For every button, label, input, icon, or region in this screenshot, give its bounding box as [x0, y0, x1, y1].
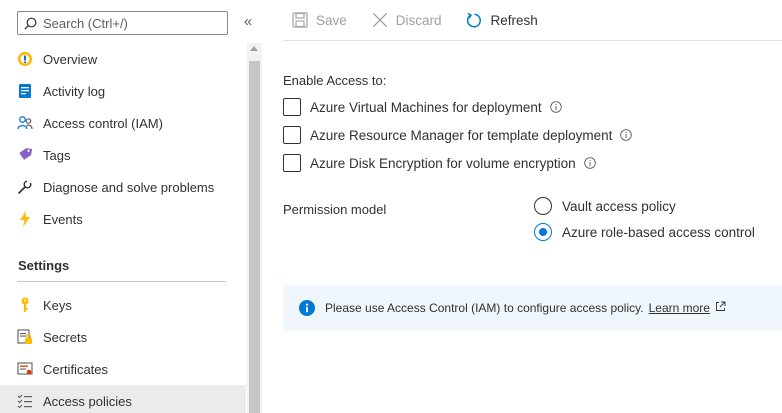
close-icon: [371, 11, 389, 29]
info-icon[interactable]: [620, 129, 633, 141]
learn-more-link[interactable]: Learn more: [649, 301, 710, 315]
certificate-icon: [17, 361, 33, 377]
sidebar-item-activity-log[interactable]: Activity log: [0, 75, 246, 107]
key-icon: [17, 297, 33, 313]
sidebar-nav: Overview Activity log Access control (IA…: [0, 43, 246, 413]
command-bar: Save Discard Refresh: [283, 0, 782, 41]
info-message-bar: Please use Access Control (IAM) to confi…: [283, 285, 782, 331]
radio-azure-rbac[interactable]: [534, 223, 552, 241]
sidebar-item-events[interactable]: Events: [0, 203, 246, 235]
section-divider: [17, 281, 226, 282]
checkbox-label: Azure Resource Manager for template depl…: [310, 127, 613, 143]
sidebar-item-tags[interactable]: Tags: [0, 139, 246, 171]
discard-label: Discard: [395, 12, 442, 28]
sidebar-item-label: Access control (IAM): [43, 115, 163, 131]
sidebar-item-keys[interactable]: Keys: [0, 289, 246, 321]
refresh-label: Refresh: [490, 12, 538, 28]
save-label: Save: [316, 12, 347, 28]
sidebar-item-diagnose[interactable]: Diagnose and solve problems: [0, 171, 246, 203]
list-icon: [17, 393, 33, 409]
sidebar: « Overview Activity log Access control (…: [0, 0, 262, 413]
radio-vault-access-policy[interactable]: [534, 197, 552, 215]
people-icon: [17, 115, 33, 131]
scrollbar-thumb[interactable]: [249, 61, 260, 413]
sidebar-item-label: Overview: [43, 51, 98, 67]
info-icon[interactable]: [583, 157, 596, 169]
info-message-text: Please use Access Control (IAM) to confi…: [325, 301, 644, 315]
section-header-settings: Settings: [18, 258, 70, 273]
checkbox-label: Azure Virtual Machines for deployment: [310, 99, 542, 115]
sidebar-item-label: Keys: [43, 297, 72, 313]
enable-access-label: Enable Access to:: [283, 73, 387, 88]
tag-icon: [17, 147, 33, 163]
search-icon: [24, 16, 38, 30]
sidebar-item-certificates[interactable]: Certificates: [0, 353, 246, 385]
sidebar-item-access-policies[interactable]: Access policies: [0, 385, 246, 413]
sidebar-item-label: Diagnose and solve problems: [43, 179, 215, 195]
info-icon[interactable]: [549, 101, 562, 113]
sidebar-item-label: Events: [43, 211, 83, 227]
option-vault-access-policy[interactable]: Vault access policy: [534, 196, 676, 216]
refresh-button[interactable]: Refresh: [458, 5, 538, 35]
radio-label: Azure role-based access control: [562, 224, 755, 240]
sidebar-item-label: Certificates: [43, 361, 109, 377]
sidebar-item-access-control[interactable]: Access control (IAM): [0, 107, 246, 139]
radio-label: Vault access policy: [562, 198, 676, 214]
sidebar-item-label: Activity log: [43, 83, 106, 99]
search-input[interactable]: [43, 15, 218, 31]
discard-button[interactable]: Discard: [363, 5, 442, 35]
save-button[interactable]: Save: [283, 5, 347, 35]
checkbox-resource-manager[interactable]: [283, 126, 301, 144]
activity-log-icon: [17, 83, 33, 99]
save-icon: [291, 11, 309, 29]
checkbox-disk-encryption[interactable]: [283, 154, 301, 172]
overview-icon: [17, 51, 33, 67]
checkbox-virtual-machines[interactable]: [283, 98, 301, 116]
sidebar-item-label: Access policies: [43, 393, 132, 409]
option-azure-rbac[interactable]: Azure role-based access control: [534, 222, 755, 242]
external-link-icon[interactable]: [715, 301, 726, 312]
option-resource-manager[interactable]: Azure Resource Manager for template depl…: [283, 125, 633, 145]
sidebar-item-secrets[interactable]: Secrets: [0, 321, 246, 353]
info-filled-icon: [299, 300, 316, 317]
sidebar-item-overview[interactable]: Overview: [0, 43, 246, 75]
option-virtual-machines[interactable]: Azure Virtual Machines for deployment: [283, 97, 562, 117]
sidebar-item-label: Tags: [43, 147, 71, 163]
sidebar-item-label: Secrets: [43, 329, 88, 345]
scroll-up-arrow-icon[interactable]: [250, 46, 258, 51]
sidebar-scrollbar[interactable]: [247, 43, 262, 413]
secret-icon: [17, 329, 33, 345]
option-disk-encryption[interactable]: Azure Disk Encryption for volume encrypt…: [283, 153, 596, 173]
search-box[interactable]: [17, 11, 228, 35]
lightning-icon: [17, 211, 33, 227]
collapse-sidebar-button[interactable]: «: [240, 13, 256, 33]
permission-model-label: Permission model: [283, 202, 387, 217]
wrench-icon: [17, 179, 33, 195]
checkbox-label: Azure Disk Encryption for volume encrypt…: [310, 155, 576, 171]
refresh-icon: [466, 11, 484, 29]
